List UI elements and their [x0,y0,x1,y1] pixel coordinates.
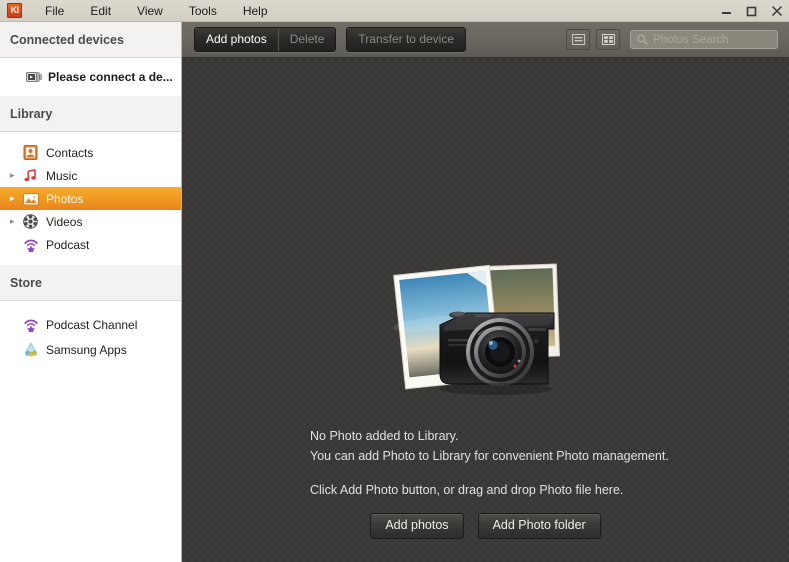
music-icon [22,167,39,184]
add-photos-button[interactable]: Add photos [195,28,279,51]
podcast-icon [22,236,39,253]
sidebar-item-music[interactable]: ▸ Music [0,164,181,187]
empty-message-line3: Click Add Photo button, or drag and drop… [310,483,624,497]
transfer-to-device-button[interactable]: Transfer to device [347,28,466,51]
window-controls [714,0,789,22]
empty-message-line1: No Photo added to Library. [310,429,459,443]
menu-item-file[interactable]: File [32,0,77,22]
toolbar-transfer-group: Transfer to device [346,27,467,52]
maximize-icon[interactable] [739,0,764,22]
app-logo-icon: KI [7,3,22,18]
photos-camera-illustration [378,253,598,413]
sidebar: Connected devices Please connect a de...… [0,22,182,562]
sidebar-header-library: Library [0,96,181,132]
delete-button[interactable]: Delete [278,28,336,51]
photos-icon [22,190,39,207]
menu-item-view[interactable]: View [124,0,176,22]
sidebar-item-connect-device[interactable]: Please connect a de... [0,58,181,96]
view-toggle-group [566,29,620,50]
search-icon [637,34,648,45]
empty-state-panel: No Photo added to Library. You can add P… [182,58,789,562]
sidebar-item-contacts[interactable]: ▸ Contacts [0,141,181,164]
sidebar-item-samsung-apps[interactable]: ▸ Samsung Apps [0,337,181,362]
podcast-channel-icon [22,316,39,333]
sidebar-item-podcast-channel[interactable]: ▸ Podcast Channel [0,312,181,337]
title-menu-bar: KI File Edit View Tools Help [0,0,789,22]
contacts-icon [22,144,39,161]
close-icon[interactable] [764,0,789,22]
sidebar-library-group: ▸ Contacts ▸ [0,132,181,256]
search-input[interactable]: Photos Search [653,34,728,46]
samsung-apps-icon [22,341,39,358]
sidebar-item-photos[interactable]: ▸ Photos [0,187,181,210]
menu-item-edit[interactable]: Edit [77,0,124,22]
search-box[interactable]: Photos Search [630,30,778,49]
message-gap [310,466,730,480]
sidebar-store-group: ▸ Podcast Channel ▸ [0,301,181,362]
add-photos-main-button[interactable]: Add photos [370,513,464,539]
list-view-icon[interactable] [566,29,590,50]
sidebar-label-videos: Videos [46,214,83,229]
add-photo-folder-button[interactable]: Add Photo folder [477,513,601,539]
grid-view-icon[interactable] [596,29,620,50]
connect-device-label: Please connect a de... [48,70,173,84]
sidebar-item-podcast[interactable]: ▸ Podcast [0,233,181,256]
empty-state-button-row: Add photos Add Photo folder [182,513,789,539]
menu-item-tools[interactable]: Tools [176,0,230,22]
minimize-icon[interactable] [714,0,739,22]
toolbar: Add photos Delete Transfer to device Pho… [182,22,789,58]
videos-icon [22,213,39,230]
empty-state-message: No Photo added to Library. You can add P… [310,426,730,500]
sidebar-label-podcast: Podcast [46,237,90,252]
sidebar-label-samsung-apps: Samsung Apps [46,342,127,357]
toolbar-action-group: Add photos Delete [194,27,337,52]
device-icon [26,69,43,86]
sidebar-label-music: Music [46,168,78,183]
expand-arrow-icon[interactable]: ▸ [10,216,22,227]
empty-message-line2: You can add Photo to Library for conveni… [310,449,669,463]
menu-item-help[interactable]: Help [230,0,281,22]
sidebar-label-contacts: Contacts [46,145,94,160]
sidebar-label-photos: Photos [46,191,84,206]
sidebar-label-podcast-channel: Podcast Channel [46,317,138,332]
menu-bar: File Edit View Tools Help [32,0,281,22]
sidebar-header-store: Store [0,265,181,301]
sidebar-header-connected-devices: Connected devices [0,22,181,58]
kies-application-window: KI File Edit View Tools Help Connected d… [0,0,789,562]
sidebar-item-videos[interactable]: ▸ Videos [0,210,181,233]
expand-arrow-icon[interactable]: ▸ [10,170,22,181]
main-content-area: No Photo added to Library. You can add P… [182,58,789,562]
expand-arrow-icon[interactable]: ▸ [10,193,22,204]
